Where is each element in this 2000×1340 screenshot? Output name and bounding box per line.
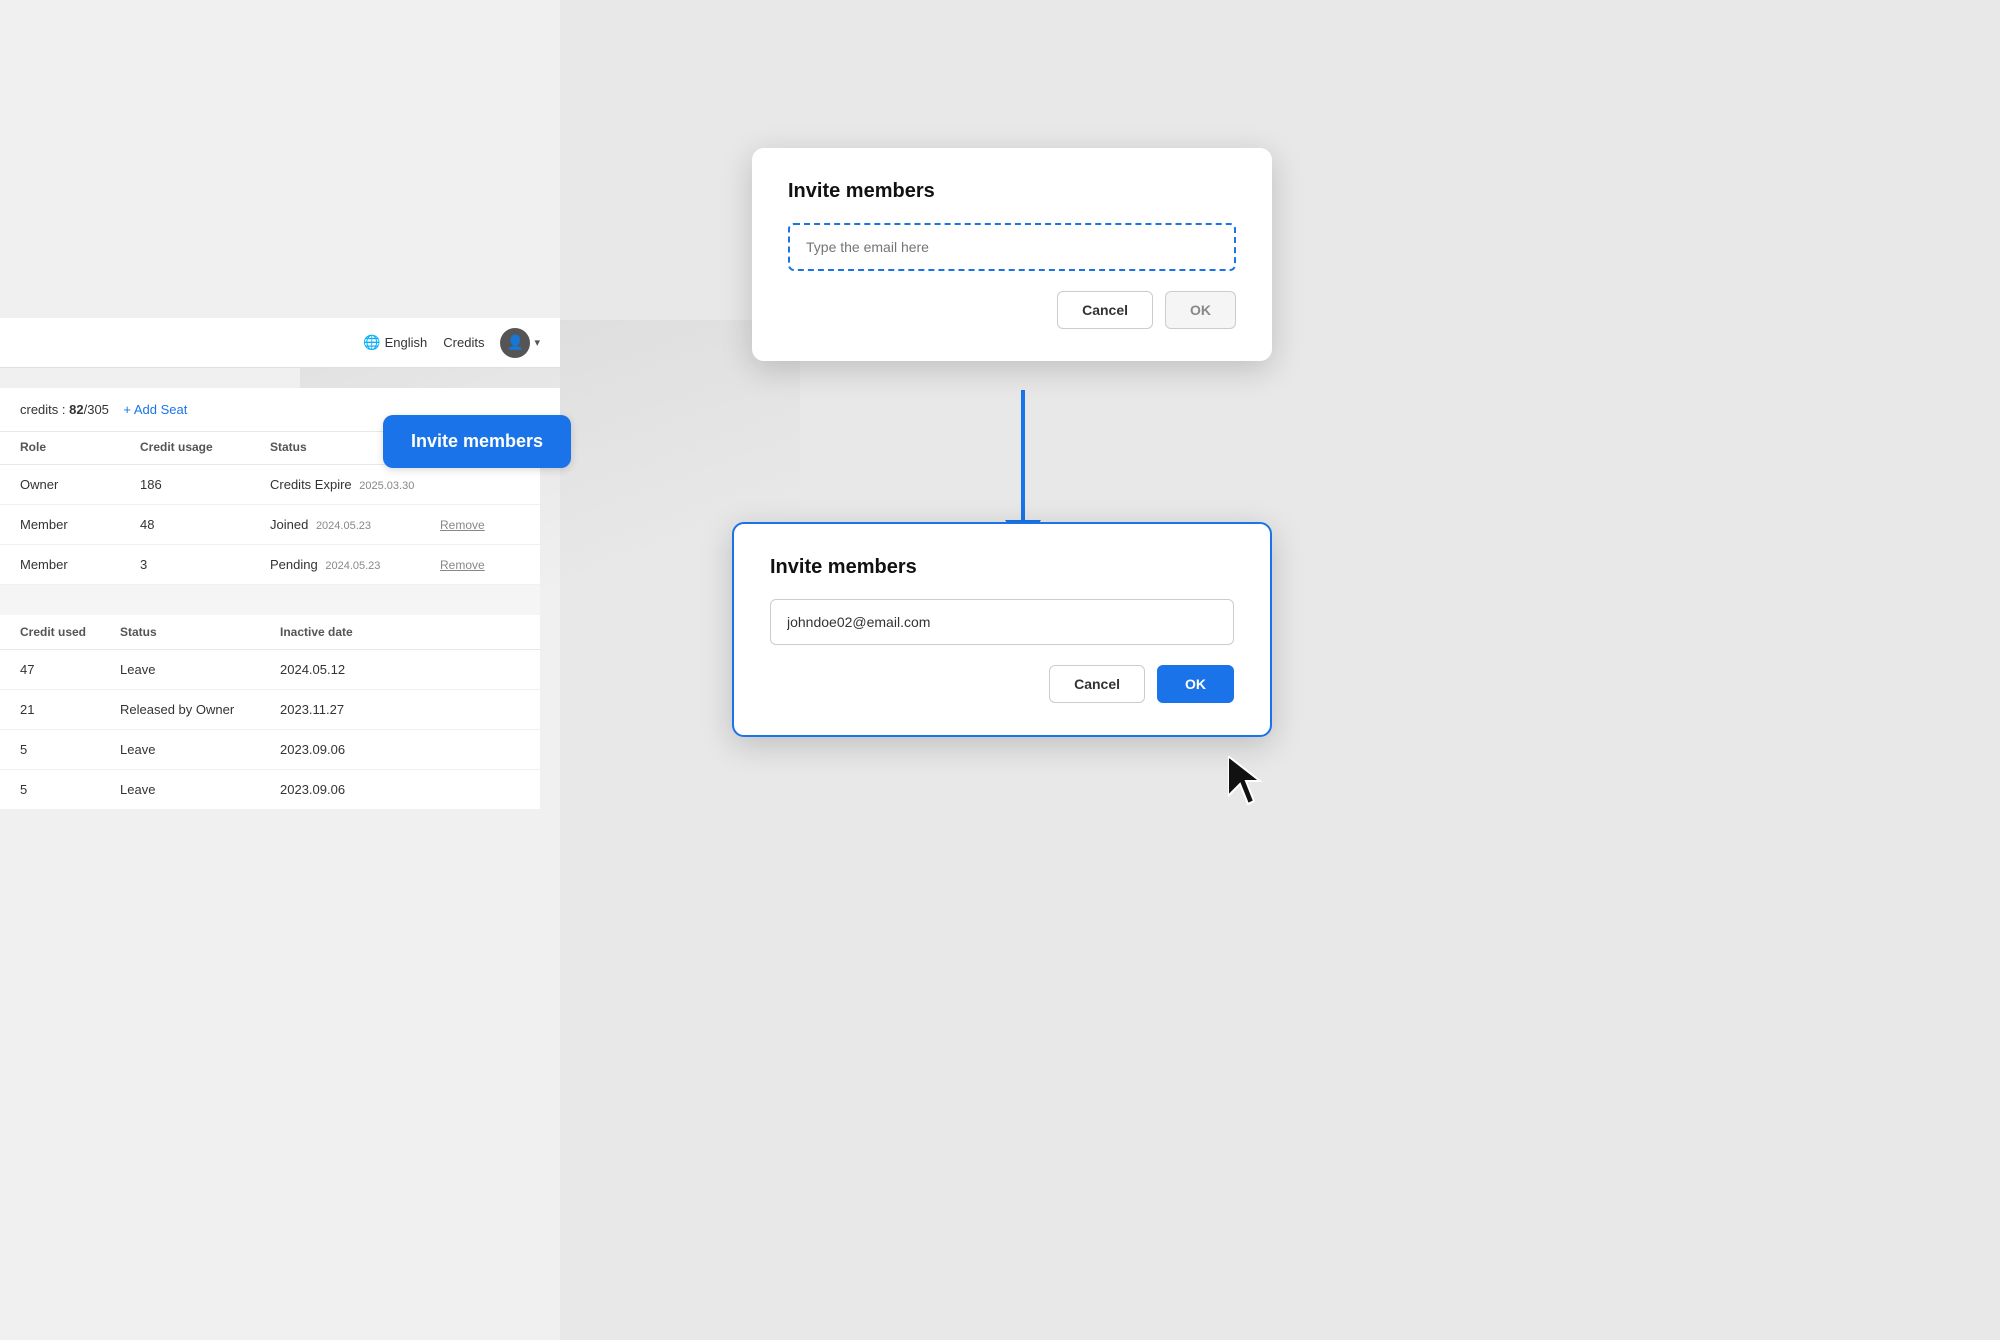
member-role: Member (20, 517, 140, 532)
table-row: 47 Leave 2024.05.12 (0, 650, 540, 690)
modal-title: Invite members (770, 556, 1234, 579)
table-row: 21 Released by Owner 2023.11.27 (0, 690, 540, 730)
member-status: Credits Expire 2025.03.30 (270, 477, 440, 492)
member-credits: 3 (140, 557, 270, 572)
inactive-table: Credit used Status Inactive date 47 Leav… (0, 615, 540, 810)
mouse-cursor-icon (1228, 756, 1268, 811)
header-bar: 🌐 English Credits 👤 ▾ (0, 318, 560, 368)
table-row: Owner 186 Credits Expire 2025.03.30 (0, 465, 540, 505)
inactive-status: Released by Owner (120, 702, 280, 717)
modal-actions: Cancel OK (788, 291, 1236, 329)
language-label: English (385, 335, 428, 350)
inactive-credits: 5 (20, 782, 120, 797)
col-inactive-date: Inactive date (280, 625, 520, 639)
credits-used: 82 (69, 402, 83, 417)
credits-label: credits : (20, 402, 69, 417)
member-credits: 186 (140, 477, 270, 492)
inactive-status: Leave (120, 662, 280, 677)
table-row: Member 3 Pending 2024.05.23 Remove (0, 545, 540, 585)
modal-actions: Cancel OK (770, 665, 1234, 703)
ok-button-active[interactable]: OK (1157, 665, 1234, 703)
section-divider (0, 585, 540, 615)
invite-members-button[interactable]: Invite members (383, 415, 571, 468)
inactive-date: 2023.09.06 (280, 742, 520, 757)
chevron-down-icon: ▾ (534, 336, 540, 349)
table-row: 5 Leave 2023.09.06 (0, 770, 540, 810)
members-table-container: Role Credit usage Status Owner 186 Credi… (0, 430, 540, 810)
cancel-button[interactable]: Cancel (1057, 291, 1153, 329)
table-row: 5 Leave 2023.09.06 (0, 730, 540, 770)
col-credit-usage: Credit usage (140, 440, 270, 454)
col-credit-used: Credit used (20, 625, 120, 639)
remove-button[interactable]: Remove (440, 518, 520, 532)
cancel-button[interactable]: Cancel (1049, 665, 1145, 703)
inactive-credits: 47 (20, 662, 120, 677)
table-row: Member 48 Joined 2024.05.23 Remove (0, 505, 540, 545)
inactive-credits: 21 (20, 702, 120, 717)
col-role: Role (20, 440, 140, 454)
member-role: Member (20, 557, 140, 572)
inactive-date: 2024.05.12 (280, 662, 520, 677)
inactive-credits: 5 (20, 742, 120, 757)
language-selector[interactable]: 🌐 English (363, 334, 427, 351)
credits-total: 305 (87, 402, 109, 417)
member-status: Joined 2024.05.23 (270, 517, 440, 532)
user-menu[interactable]: 👤 ▾ (500, 328, 540, 358)
inactive-table-header: Credit used Status Inactive date (0, 615, 540, 650)
remove-button[interactable]: Remove (440, 558, 520, 572)
inactive-date: 2023.09.06 (280, 782, 520, 797)
member-credits: 48 (140, 517, 270, 532)
avatar-icon: 👤 (507, 334, 524, 351)
member-role: Owner (20, 477, 140, 492)
inactive-status: Leave (120, 782, 280, 797)
email-input-filled[interactable] (770, 599, 1234, 645)
inactive-date: 2023.11.27 (280, 702, 520, 717)
email-input-empty[interactable] (788, 223, 1236, 271)
invite-modal-filled: Invite members Cancel OK (732, 522, 1272, 737)
modal-title: Invite members (788, 180, 1236, 203)
member-status: Pending 2024.05.23 (270, 557, 440, 572)
col-status: Status (120, 625, 280, 639)
inactive-status: Leave (120, 742, 280, 757)
credits-link[interactable]: Credits (443, 335, 484, 350)
ok-button-disabled[interactable]: OK (1165, 291, 1236, 329)
add-seat-link[interactable]: + Add Seat (123, 402, 187, 417)
invite-modal-empty: Invite members Cancel OK (752, 148, 1272, 361)
globe-icon: 🌐 (363, 334, 380, 351)
arrow-line (1021, 390, 1025, 520)
avatar: 👤 (500, 328, 530, 358)
